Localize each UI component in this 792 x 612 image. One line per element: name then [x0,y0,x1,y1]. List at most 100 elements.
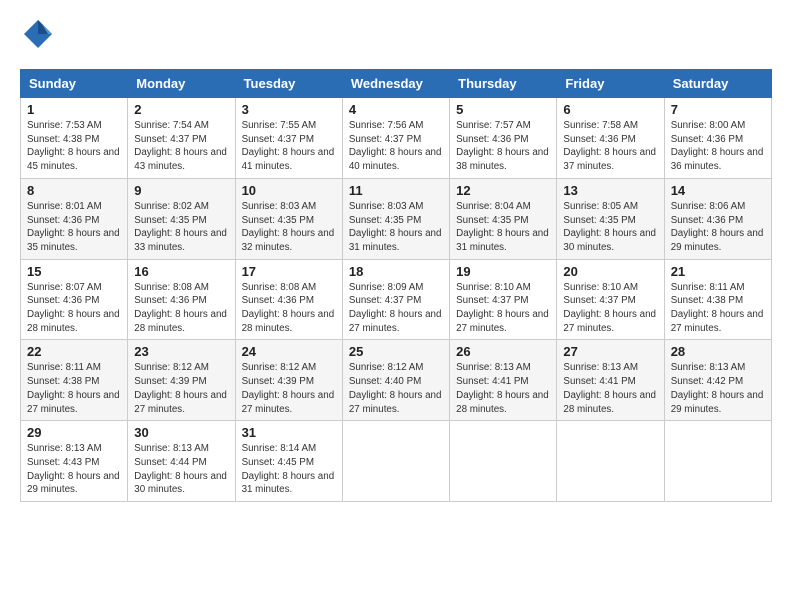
day-number: 9 [134,183,228,198]
day-number: 4 [349,102,443,117]
calendar-cell: 10 Sunrise: 8:03 AMSunset: 4:35 PMDayligh… [235,178,342,259]
calendar-cell: 24 Sunrise: 8:12 AMSunset: 4:39 PMDayligh… [235,340,342,421]
header-sunday: Sunday [21,70,128,98]
day-info: Sunrise: 8:03 AMSunset: 4:35 PMDaylight:… [349,201,442,253]
week-row-1: 1 Sunrise: 7:53 AMSunset: 4:38 PMDaylight… [21,98,772,179]
day-number: 14 [671,183,765,198]
calendar-cell: 12Sunrise: 8:04 AMSunset: 4:35 PMDayligh… [450,178,557,259]
day-number: 15 [27,264,121,279]
day-number: 19 [456,264,550,279]
calendar-cell: 22Sunrise: 8:11 AMSunset: 4:38 PMDayligh… [21,340,128,421]
calendar-cell: 1 Sunrise: 7:53 AMSunset: 4:38 PMDaylight… [21,98,128,179]
day-number: 3 [242,102,336,117]
calendar-cell [557,421,664,502]
day-info: Sunrise: 8:12 AMSunset: 4:39 PMDaylight:… [134,362,227,414]
week-row-2: 8 Sunrise: 8:01 AMSunset: 4:36 PMDaylight… [21,178,772,259]
calendar-page: SundayMondayTuesdayWednesdayThursdayFrid… [0,0,792,612]
header-friday: Friday [557,70,664,98]
day-number: 10 [242,183,336,198]
calendar-cell: 19 Sunrise: 8:10 AMSunset: 4:37 PMDayligh… [450,259,557,340]
day-info: Sunrise: 8:00 AMSunset: 4:36 PMDaylight:… [671,120,764,172]
header-monday: Monday [128,70,235,98]
day-number: 31 [242,425,336,440]
day-number: 8 [27,183,121,198]
calendar-cell: 3 Sunrise: 7:55 AMSunset: 4:37 PMDaylight… [235,98,342,179]
calendar-table: SundayMondayTuesdayWednesdayThursdayFrid… [20,69,772,502]
day-number: 6 [563,102,657,117]
header-thursday: Thursday [450,70,557,98]
day-number: 16 [134,264,228,279]
logo-icon [20,16,56,52]
day-number: 1 [27,102,121,117]
header-tuesday: Tuesday [235,70,342,98]
day-info: Sunrise: 8:12 AMSunset: 4:39 PMDaylight:… [242,362,335,414]
day-number: 20 [563,264,657,279]
day-number: 23 [134,344,228,359]
calendar-cell: 29 Sunrise: 8:13 AMSunset: 4:43 PMDayligh… [21,421,128,502]
day-info: Sunrise: 8:13 AMSunset: 4:42 PMDaylight:… [671,362,764,414]
day-info: Sunrise: 8:05 AMSunset: 4:35 PMDaylight:… [563,201,656,253]
header [20,16,772,57]
calendar-cell: 28 Sunrise: 8:13 AMSunset: 4:42 PMDayligh… [664,340,771,421]
day-info: Sunrise: 7:55 AMSunset: 4:37 PMDaylight:… [242,120,335,172]
day-info: Sunrise: 8:12 AMSunset: 4:40 PMDaylight:… [349,362,442,414]
days-header-row: SundayMondayTuesdayWednesdayThursdayFrid… [21,70,772,98]
day-info: Sunrise: 8:13 AMSunset: 4:43 PMDaylight:… [27,443,120,495]
day-number: 11 [349,183,443,198]
day-number: 24 [242,344,336,359]
day-number: 27 [563,344,657,359]
calendar-cell: 9 Sunrise: 8:02 AMSunset: 4:35 PMDaylight… [128,178,235,259]
day-info: Sunrise: 8:09 AMSunset: 4:37 PMDaylight:… [349,282,442,334]
calendar-cell: 2 Sunrise: 7:54 AMSunset: 4:37 PMDaylight… [128,98,235,179]
day-info: Sunrise: 8:11 AMSunset: 4:38 PMDaylight:… [671,282,764,334]
day-number: 18 [349,264,443,279]
day-info: Sunrise: 7:53 AMSunset: 4:38 PMDaylight:… [27,120,120,172]
week-row-3: 15 Sunrise: 8:07 AMSunset: 4:36 PMDayligh… [21,259,772,340]
calendar-cell: 21 Sunrise: 8:11 AMSunset: 4:38 PMDayligh… [664,259,771,340]
day-info: Sunrise: 7:58 AMSunset: 4:36 PMDaylight:… [563,120,656,172]
day-number: 21 [671,264,765,279]
day-number: 2 [134,102,228,117]
calendar-cell: 17Sunrise: 8:08 AMSunset: 4:36 PMDayligh… [235,259,342,340]
calendar-cell: 13Sunrise: 8:05 AMSunset: 4:35 PMDayligh… [557,178,664,259]
calendar-cell: 11 Sunrise: 8:03 AMSunset: 4:35 PMDayligh… [342,178,449,259]
day-number: 28 [671,344,765,359]
calendar-cell: 7Sunrise: 8:00 AMSunset: 4:36 PMDaylight… [664,98,771,179]
calendar-cell: 31Sunrise: 8:14 AMSunset: 4:45 PMDayligh… [235,421,342,502]
day-info: Sunrise: 7:56 AMSunset: 4:37 PMDaylight:… [349,120,442,172]
calendar-cell: 6 Sunrise: 7:58 AMSunset: 4:36 PMDaylight… [557,98,664,179]
header-saturday: Saturday [664,70,771,98]
day-number: 22 [27,344,121,359]
calendar-cell [342,421,449,502]
day-number: 12 [456,183,550,198]
day-info: Sunrise: 8:02 AMSunset: 4:35 PMDaylight:… [134,201,227,253]
day-info: Sunrise: 8:01 AMSunset: 4:36 PMDaylight:… [27,201,120,253]
day-info: Sunrise: 8:10 AMSunset: 4:37 PMDaylight:… [456,282,549,334]
day-info: Sunrise: 8:07 AMSunset: 4:36 PMDaylight:… [27,282,120,334]
week-row-5: 29 Sunrise: 8:13 AMSunset: 4:43 PMDayligh… [21,421,772,502]
day-info: Sunrise: 8:08 AMSunset: 4:36 PMDaylight:… [242,282,335,334]
header-wednesday: Wednesday [342,70,449,98]
day-info: Sunrise: 8:06 AMSunset: 4:36 PMDaylight:… [671,201,764,253]
day-number: 5 [456,102,550,117]
day-info: Sunrise: 8:13 AMSunset: 4:44 PMDaylight:… [134,443,227,495]
calendar-cell [664,421,771,502]
calendar-cell: 14 Sunrise: 8:06 AMSunset: 4:36 PMDayligh… [664,178,771,259]
calendar-cell: 4 Sunrise: 7:56 AMSunset: 4:37 PMDaylight… [342,98,449,179]
day-number: 29 [27,425,121,440]
day-info: Sunrise: 8:13 AMSunset: 4:41 PMDaylight:… [563,362,656,414]
week-row-4: 22Sunrise: 8:11 AMSunset: 4:38 PMDayligh… [21,340,772,421]
calendar-cell: 30 Sunrise: 8:13 AMSunset: 4:44 PMDayligh… [128,421,235,502]
calendar-cell: 8 Sunrise: 8:01 AMSunset: 4:36 PMDaylight… [21,178,128,259]
day-number: 30 [134,425,228,440]
day-info: Sunrise: 8:03 AMSunset: 4:35 PMDaylight:… [242,201,335,253]
calendar-cell: 23 Sunrise: 8:12 AMSunset: 4:39 PMDayligh… [128,340,235,421]
calendar-cell: 16Sunrise: 8:08 AMSunset: 4:36 PMDayligh… [128,259,235,340]
calendar-cell: 20 Sunrise: 8:10 AMSunset: 4:37 PMDayligh… [557,259,664,340]
day-info: Sunrise: 8:10 AMSunset: 4:37 PMDaylight:… [563,282,656,334]
day-info: Sunrise: 7:54 AMSunset: 4:37 PMDaylight:… [134,120,227,172]
calendar-cell: 26Sunrise: 8:13 AMSunset: 4:41 PMDayligh… [450,340,557,421]
calendar-cell: 15 Sunrise: 8:07 AMSunset: 4:36 PMDayligh… [21,259,128,340]
calendar-cell [450,421,557,502]
logo [20,16,60,57]
